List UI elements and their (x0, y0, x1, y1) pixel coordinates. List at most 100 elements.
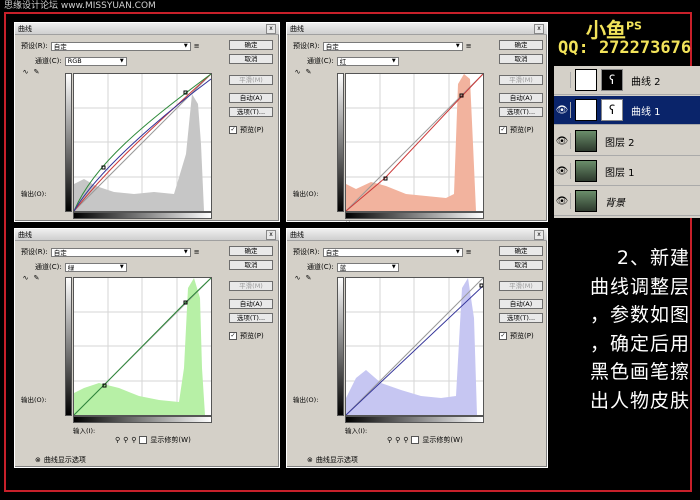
cancel-button[interactable]: 取消 (499, 54, 543, 64)
channel-label: 通道(C): (35, 263, 62, 271)
output-label: 输出(O): (21, 190, 47, 198)
chevron-down-icon: ▼ (391, 58, 396, 64)
expand-options-icon[interactable]: ⊗ (35, 456, 41, 464)
close-icon[interactable]: x (534, 23, 544, 34)
input-gradient (73, 212, 212, 219)
black-eyedropper-icon[interactable]: ⚲ (115, 436, 120, 444)
chevron-down-icon: ▼ (455, 43, 460, 49)
close-icon[interactable]: x (266, 229, 276, 240)
cancel-button[interactable]: 取消 (229, 54, 273, 64)
expand-options-icon[interactable]: ⊗ (307, 456, 313, 464)
instruction-line: 曲线调整层 (589, 275, 690, 298)
cancel-button[interactable]: 取消 (229, 260, 273, 270)
preset-select[interactable]: 自定 ▼ (322, 247, 463, 257)
pencil-icon[interactable]: ✎ (32, 274, 41, 283)
input-gradient (73, 416, 212, 423)
auto-button[interactable]: 自动(A) (229, 93, 273, 103)
channel-select[interactable]: 绿 ▼ (64, 262, 127, 272)
dialog-title: 曲线 (290, 230, 304, 239)
channel-select[interactable]: RGB ▼ (64, 56, 127, 66)
channel-select[interactable]: 蓝 ▼ (336, 262, 399, 272)
visibility-toggle[interactable] (554, 72, 571, 88)
output-gradient (337, 73, 344, 212)
eye-icon[interactable]: 👁 (554, 133, 571, 149)
white-eyedropper-icon[interactable]: ⚲ (131, 436, 136, 444)
preview-checkbox[interactable]: ✓ (229, 126, 237, 134)
curve-graph[interactable] (73, 277, 212, 416)
dialog-titlebar[interactable]: 曲线 x (15, 23, 279, 35)
dialog-titlebar[interactable]: 曲线 x (15, 229, 279, 241)
curve-graph[interactable] (73, 73, 212, 212)
channel-value: 红 (339, 58, 347, 66)
smooth-button[interactable]: 平滑(M) (499, 75, 543, 85)
cancel-button[interactable]: 取消 (499, 260, 543, 270)
options-button[interactable]: 选项(T)... (499, 313, 543, 323)
close-icon[interactable]: x (266, 23, 276, 34)
preset-menu-icon[interactable]: ≡ (194, 42, 200, 50)
eye-icon[interactable]: 👁 (554, 102, 571, 118)
ok-button[interactable]: 确定 (499, 40, 543, 50)
layer-2[interactable]: 👁 图层 2 (554, 127, 700, 156)
preview-label: 预览(P) (510, 332, 534, 340)
pencil-icon[interactable]: ✎ (32, 68, 41, 77)
layer-name: 曲线 2 (631, 76, 661, 88)
preview-label: 预览(P) (240, 332, 264, 340)
layer-background[interactable]: 👁 背景 (554, 187, 700, 216)
curve-point-icon[interactable]: ∿ (293, 274, 302, 283)
close-icon[interactable]: x (534, 229, 544, 240)
preview-label: 预览(P) (510, 126, 534, 134)
options-button[interactable]: 选项(T)... (229, 107, 273, 117)
auto-button[interactable]: 自动(A) (499, 299, 543, 309)
preset-select[interactable]: 自定 ▼ (50, 247, 191, 257)
pencil-icon[interactable]: ✎ (304, 68, 313, 77)
gray-eyedropper-icon[interactable]: ⚲ (123, 436, 128, 444)
channel-select[interactable]: 红 ▼ (336, 56, 399, 66)
input-gradient (345, 212, 484, 219)
smooth-button[interactable]: 平滑(M) (499, 281, 543, 291)
curve-graph-svg (346, 278, 483, 415)
ok-button[interactable]: 确定 (229, 40, 273, 50)
layer-1[interactable]: 👁 图层 1 (554, 157, 700, 186)
preview-checkbox[interactable]: ✓ (499, 126, 507, 134)
white-eyedropper-icon[interactable]: ⚲ (403, 436, 408, 444)
ok-button[interactable]: 确定 (499, 246, 543, 256)
preset-menu-icon[interactable]: ≡ (466, 248, 472, 256)
smooth-button[interactable]: 平滑(M) (229, 75, 273, 85)
ok-button[interactable]: 确定 (229, 246, 273, 256)
pencil-icon[interactable]: ✎ (304, 274, 313, 283)
options-button[interactable]: 选项(T)... (229, 313, 273, 323)
preview-checkbox[interactable]: ✓ (499, 332, 507, 340)
smooth-button[interactable]: 平滑(M) (229, 281, 273, 291)
curve-graph[interactable] (345, 73, 484, 212)
preset-select[interactable]: 自定 ▼ (50, 41, 191, 51)
dialog-titlebar[interactable]: 曲线 x (287, 229, 547, 241)
chevron-down-icon: ▼ (455, 249, 460, 255)
black-eyedropper-icon[interactable]: ⚲ (387, 436, 392, 444)
eye-icon[interactable]: 👁 (554, 193, 571, 209)
eye-icon[interactable]: 👁 (554, 163, 571, 179)
preset-value: 自定 (325, 249, 339, 257)
layer-curves-1[interactable]: 👁 ʕ 曲线 1 (554, 96, 700, 125)
preset-menu-icon[interactable]: ≡ (466, 42, 472, 50)
layer-curves-2[interactable]: ʕ 曲线 2 (554, 66, 700, 95)
preview-label: 预览(P) (240, 126, 264, 134)
curve-point-icon[interactable]: ∿ (21, 68, 30, 77)
brand-qq: QQ: 272273676 (558, 38, 692, 58)
auto-button[interactable]: 自动(A) (229, 299, 273, 309)
gray-eyedropper-icon[interactable]: ⚲ (395, 436, 400, 444)
preset-menu-icon[interactable]: ≡ (194, 248, 200, 256)
options-button[interactable]: 选项(T)... (499, 107, 543, 117)
clipping-checkbox[interactable] (139, 436, 148, 444)
clipping-checkbox[interactable] (411, 436, 420, 444)
curves-dialog-green: 曲线 x 预设(R): 自定 ▼ ≡ 通道(C): 绿 ▼ ∿ ✎ 输出(O): (14, 228, 280, 468)
dialog-titlebar[interactable]: 曲线 x (287, 23, 547, 35)
input-label: 输入(I): (345, 427, 368, 435)
curve-point-icon[interactable]: ∿ (21, 274, 30, 283)
auto-button[interactable]: 自动(A) (499, 93, 543, 103)
curve-graph[interactable] (345, 277, 484, 416)
preset-select[interactable]: 自定 ▼ (322, 41, 463, 51)
curve-point-icon[interactable]: ∿ (293, 68, 302, 77)
layer-thumbnail (575, 190, 597, 212)
channel-label: 通道(C): (307, 57, 334, 65)
preview-checkbox[interactable]: ✓ (229, 332, 237, 340)
